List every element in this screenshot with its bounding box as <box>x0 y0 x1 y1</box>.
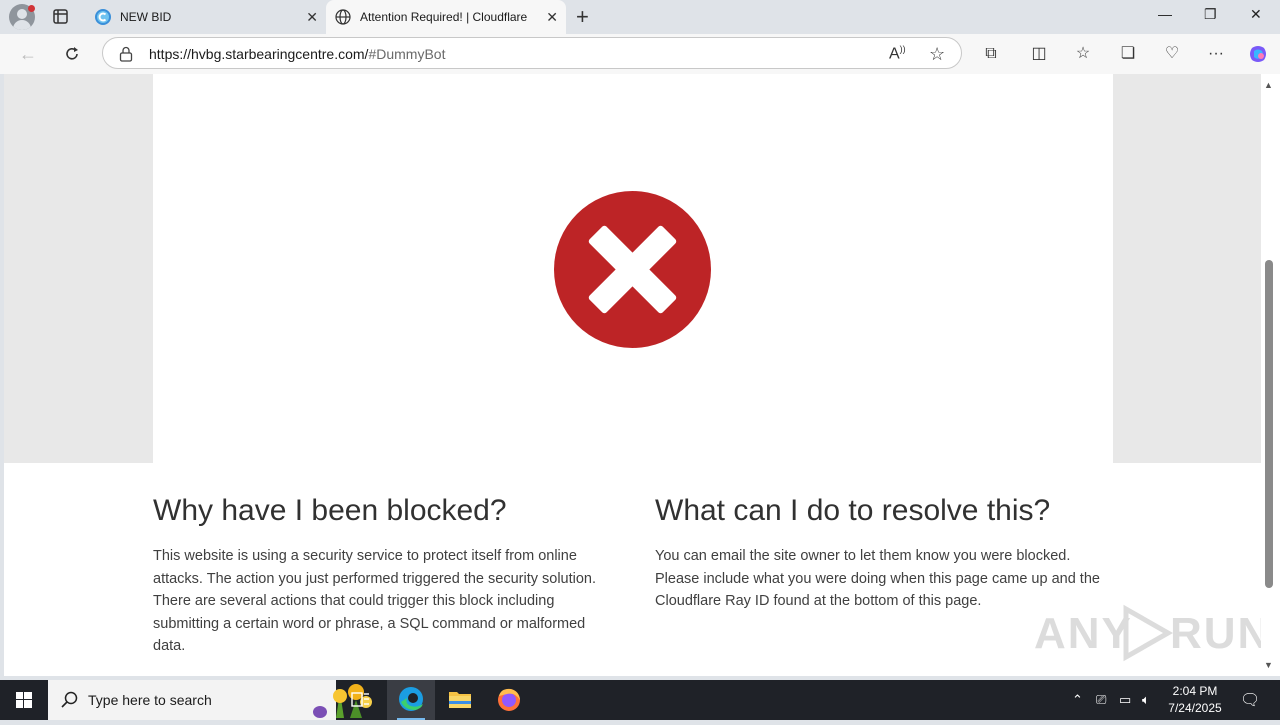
network-drive-icon[interactable]: ⎚ <box>1096 692 1106 708</box>
show-hidden-icons-chevron-icon[interactable]: ⌃ <box>1072 692 1083 708</box>
start-windows-icon[interactable] <box>0 680 48 720</box>
extensions-icon[interactable]: ⧉ <box>979 42 1003 66</box>
close-tab-icon[interactable]: ✕ <box>306 9 318 26</box>
collections-icon[interactable]: ❏ <box>1116 42 1140 66</box>
refresh-icon[interactable] <box>60 42 84 66</box>
read-aloud-icon[interactable]: A)) <box>889 44 906 63</box>
more-menu-icon[interactable]: ··· <box>1204 42 1228 66</box>
back-arrow-icon[interactable]: ← <box>16 42 40 66</box>
favorites-icon[interactable]: ☆ <box>1071 42 1095 66</box>
system-clock[interactable]: 2:04 PM 7/24/2025 <box>1160 683 1230 717</box>
page-content: Why have I been blocked? This website is… <box>4 74 1261 676</box>
globe-icon <box>335 9 351 25</box>
clock-time: 2:04 PM <box>1172 684 1218 698</box>
search-icon <box>60 690 80 715</box>
why-blocked-section: Why have I been blocked? This website is… <box>153 494 613 658</box>
new-tab-plus-icon[interactable]: + <box>576 4 589 30</box>
why-blocked-text: This website is using a security service… <box>153 548 597 654</box>
c-logo-icon <box>95 9 111 25</box>
vertical-scrollbar[interactable]: ▲ ▼ <box>1261 74 1280 676</box>
why-blocked-heading: Why have I been blocked? <box>153 494 507 527</box>
close-tab-icon[interactable]: ✕ <box>546 9 558 26</box>
tab-title: NEW BID <box>120 10 172 24</box>
error-x-icon <box>553 190 712 349</box>
url-fragment: #DummyBot <box>368 46 446 62</box>
clock-date: 7/24/2025 <box>1168 701 1222 715</box>
split-screen-icon[interactable]: ◫ <box>1027 42 1051 66</box>
resolve-section: What can I do to resolve this? You can e… <box>655 494 1115 613</box>
lock-icon[interactable] <box>119 46 133 67</box>
edge-browser-icon[interactable] <box>387 680 435 720</box>
tab-attention-required[interactable]: Attention Required! | Cloudflare ✕ <box>326 0 566 34</box>
search-placeholder: Type here to search <box>88 692 212 708</box>
network-icon[interactable]: ▭ <box>1119 692 1131 708</box>
hero-box <box>153 74 1113 463</box>
tab-strip: NEW BID ✕ Attention Required! | Cloudfla… <box>0 0 1280 34</box>
notification-dot <box>28 5 35 12</box>
tab-new-bid[interactable]: NEW BID ✕ <box>86 0 326 34</box>
favorite-star-icon[interactable]: ☆ <box>929 44 945 65</box>
url-text: https://hvbg.starbearingcentre.com/#Dumm… <box>149 46 445 62</box>
tab-title: Attention Required! | Cloudflare <box>360 10 528 24</box>
browser-essentials-icon[interactable]: ♡ <box>1160 42 1184 66</box>
url-host: https://hvbg.starbearingcentre.com/ <box>149 46 369 62</box>
address-bar[interactable]: https://hvbg.starbearingcentre.com/#Dumm… <box>102 37 962 69</box>
close-window-icon[interactable]: ✕ <box>1250 6 1262 23</box>
taskbar-search-box[interactable]: Type here to search <box>48 680 372 720</box>
navigation-bar: ← https://hvbg.starbearingcentre.com/#Du… <box>0 34 1280 74</box>
copilot-icon[interactable] <box>1246 42 1270 66</box>
restore-icon[interactable]: ❐ <box>1204 6 1217 23</box>
task-view-icon[interactable] <box>336 680 384 720</box>
notifications-icon[interactable]: 🗨︎ <box>1240 690 1260 710</box>
scrollbar-thumb[interactable] <box>1265 260 1273 588</box>
volume-icon[interactable]: 🔈︎ <box>1142 692 1150 708</box>
scroll-down-arrow-icon[interactable]: ▼ <box>1264 660 1273 670</box>
scroll-up-arrow-icon[interactable]: ▲ <box>1264 80 1273 90</box>
resolve-text: You can email the site owner to let them… <box>655 548 1100 609</box>
file-explorer-icon[interactable] <box>436 680 484 720</box>
windows-taskbar: Type here to search ⌃ ⎚ ▭ 🔈︎ 2:04 PM 7/2… <box>0 680 1280 720</box>
tab-actions-icon[interactable] <box>48 7 72 27</box>
minimize-icon[interactable]: — <box>1158 6 1172 22</box>
firefox-icon[interactable] <box>485 680 533 720</box>
resolve-heading: What can I do to resolve this? <box>655 494 1051 527</box>
